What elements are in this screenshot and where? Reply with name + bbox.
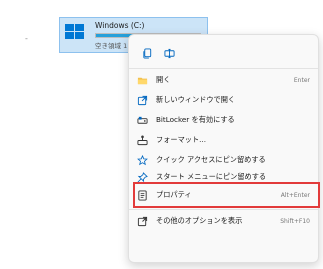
menu-item-open-new-window[interactable]: 新しいウィンドウで開く [129, 91, 318, 109]
more-options-icon [137, 216, 148, 227]
star-pin-icon [137, 155, 148, 166]
left-text-fragment: - [25, 34, 28, 43]
rename-button[interactable] [159, 43, 179, 63]
menu-item-label: クイック アクセスにピン留めする [156, 155, 266, 164]
menu-item-pin-start[interactable]: スタート メニューにピン留めする [129, 168, 318, 186]
drive-free-space: 空き領域 1 [95, 42, 128, 50]
menu-item-more-options[interactable]: その他のオプションを表示 Shift+F10 [129, 212, 318, 230]
menu-item-label: プロパティ [156, 190, 192, 199]
menu-item-open[interactable]: 開く Enter [129, 71, 318, 89]
menu-item-label: その他のオプションを表示 [156, 216, 243, 225]
menu-item-label: 開く [156, 75, 171, 84]
menu-item-shortcut: Shift+F10 [280, 218, 310, 225]
menu-divider-bottom [129, 209, 318, 210]
quick-actions-row [137, 43, 179, 63]
menu-item-pin-quick-access[interactable]: クイック アクセスにピン留めする [129, 151, 318, 169]
properties-icon [137, 190, 148, 201]
menu-item-format[interactable]: フォーマット... [129, 131, 318, 149]
menu-item-bitlocker[interactable]: BitLocker を有効にする [129, 111, 318, 129]
folder-icon [137, 75, 148, 86]
pin-icon [137, 172, 148, 183]
menu-item-properties[interactable]: プロパティ Alt+Enter [129, 186, 318, 204]
menu-item-label: フォーマット... [156, 135, 206, 144]
menu-item-shortcut: Enter [293, 77, 310, 84]
bitlocker-icon [137, 115, 148, 126]
menu-item-shortcut: Alt+Enter [280, 192, 310, 199]
menu-item-label: スタート メニューにピン留めする [156, 172, 267, 181]
copy-button[interactable] [137, 43, 157, 63]
open-new-window-icon [137, 95, 148, 106]
copy-icon [142, 44, 153, 63]
menu-item-label: BitLocker を有効にする [156, 115, 235, 124]
format-icon [137, 135, 148, 146]
menu-item-label: 新しいウィンドウで開く [156, 95, 236, 104]
menu-divider-top [129, 68, 318, 69]
rename-icon [163, 44, 175, 63]
drive-name: Windows (C:) [95, 21, 145, 30]
windows-drive-icon [65, 24, 85, 41]
page: - Windows (C:) 空き領域 1 開く Enter 新しいウィンドウで… [0, 0, 323, 269]
context-menu: 開く Enter 新しいウィンドウで開く BitLocker を有効にする フォ… [128, 34, 319, 263]
